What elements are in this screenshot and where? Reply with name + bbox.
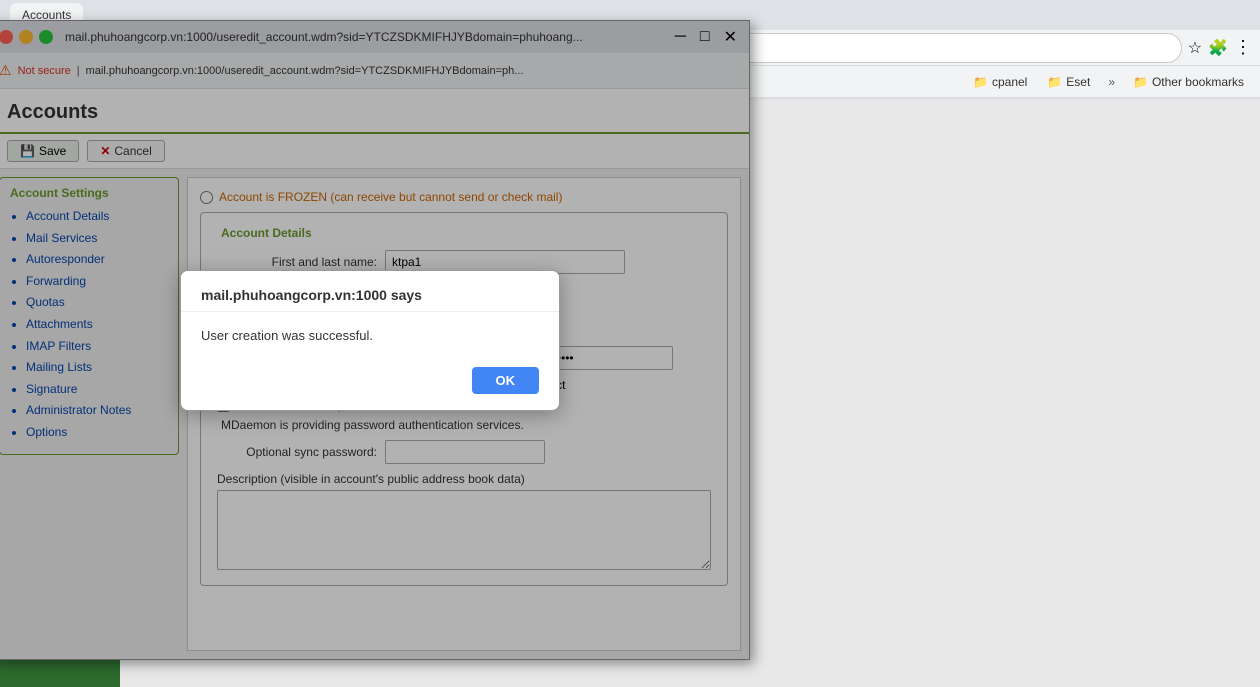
bg-more-bookmarks[interactable]: »: [1102, 75, 1121, 89]
dialog-overlay: mail.phuhoangcorp.vn:1000 says User crea…: [0, 21, 749, 659]
bg-bookmark-cpanel-icon: 📁: [973, 75, 988, 89]
dialog-header: mail.phuhoangcorp.vn:1000 says: [181, 271, 559, 312]
bg-bookmark-other-icon: 📁: [1133, 75, 1148, 89]
dialog-box: mail.phuhoangcorp.vn:1000 says User crea…: [180, 270, 560, 411]
bg-bookmark-other-label: Other bookmarks: [1152, 75, 1244, 89]
dialog-ok-label: OK: [496, 373, 516, 388]
dialog-ok-button[interactable]: OK: [472, 367, 540, 394]
bg-menu-icon[interactable]: ⋮: [1234, 37, 1252, 58]
dialog-title: mail.phuhoangcorp.vn:1000 says: [201, 287, 422, 303]
dialog-body: User creation was successful.: [181, 312, 559, 359]
bg-bookmark-eset-label: Eset: [1066, 75, 1090, 89]
bg-bookmark-eset[interactable]: 📁 Eset: [1039, 71, 1098, 93]
bg-extensions-icon[interactable]: 🧩: [1208, 38, 1228, 58]
bg-star-icon[interactable]: ☆: [1188, 38, 1202, 58]
bg-bookmark-other[interactable]: 📁 Other bookmarks: [1125, 71, 1252, 93]
dialog-footer: OK: [181, 359, 559, 410]
bg-bookmark-eset-icon: 📁: [1047, 75, 1062, 89]
bg-bookmark-cpanel[interactable]: 📁 cpanel: [965, 71, 1035, 93]
bg-bookmark-cpanel-label: cpanel: [992, 75, 1027, 89]
dialog-message: User creation was successful.: [201, 328, 373, 343]
browser-background: Accounts ← → ↻ 🔓 Not secure mail.phuhoan…: [0, 0, 1260, 687]
browser-window-2: mail.phuhoangcorp.vn:1000/useredit_accou…: [0, 20, 750, 660]
